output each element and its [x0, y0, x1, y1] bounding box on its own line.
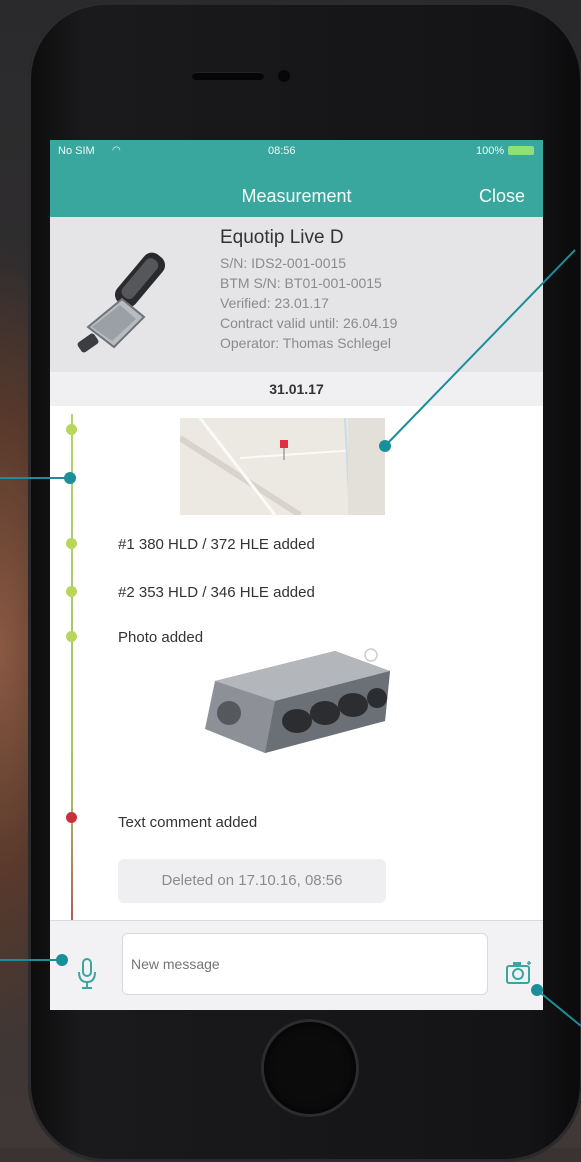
device-btm-serial: BTM S/N: BT01-001-0015 — [220, 275, 382, 291]
device-serial: S/N: IDS2-001-0015 — [220, 255, 347, 271]
location-map[interactable] — [180, 418, 385, 515]
delete-photo-icon — [364, 648, 378, 662]
microphone-icon[interactable] — [76, 957, 98, 991]
device-contract: Contract valid until: 26.04.19 — [220, 315, 398, 331]
page-title: Measurement — [241, 186, 352, 206]
front-camera — [278, 70, 290, 82]
timeline-dot — [66, 424, 77, 435]
device-verified: Verified: 23.01.17 — [220, 295, 329, 311]
map-pin-icon — [280, 440, 288, 448]
carrier-label: No SIM — [58, 145, 95, 157]
hardness-tester-icon — [77, 252, 166, 353]
measurement-event[interactable]: #1 380 HLD / 372 HLE added — [118, 536, 315, 553]
timeline-dot — [66, 586, 77, 597]
timeline-line — [71, 414, 73, 926]
comment-event-label: Text comment added — [118, 814, 258, 831]
device-name: Equotip Live D — [220, 227, 344, 248]
status-bar: No SIM ◠ 08:56 100% — [50, 140, 543, 162]
earpiece-speaker — [192, 72, 264, 80]
message-composer — [50, 920, 543, 1010]
battery-icon — [508, 146, 534, 155]
phone-frame: No SIM ◠ 08:56 100% Measurement Close Eq… — [28, 2, 581, 1162]
measurement-event[interactable]: #2 353 HLD / 346 HLE added — [118, 584, 315, 601]
nav-bar: Measurement Close — [50, 162, 543, 217]
message-input[interactable] — [122, 933, 488, 995]
timeline-dot-deleted — [66, 812, 77, 823]
timeline-date: 31.01.17 — [50, 372, 543, 406]
close-button[interactable]: Close — [479, 186, 525, 207]
clock: 08:56 — [268, 145, 296, 157]
timeline: #1 380 HLD / 372 HLE added #2 353 HLD / … — [50, 406, 543, 938]
timeline-dot — [66, 538, 77, 549]
app-screen: No SIM ◠ 08:56 100% Measurement Close Eq… — [50, 140, 543, 1010]
home-button[interactable] — [264, 1022, 356, 1114]
timeline-dot — [66, 631, 77, 642]
camera-icon[interactable] — [505, 961, 533, 985]
battery-percent: 100% — [476, 145, 505, 157]
device-info: Equotip Live D S/N: IDS2-001-0015 BTM S/… — [220, 227, 397, 353]
device-card[interactable]: Equotip Live D S/N: IDS2-001-0015 BTM S/… — [50, 217, 543, 372]
wifi-icon: ◠ — [112, 145, 121, 156]
map-thumbnail — [180, 418, 385, 515]
device-operator: Operator: Thomas Schlegel — [220, 335, 391, 351]
engine-block-photo[interactable] — [185, 641, 400, 759]
deleted-comment: Deleted on 17.10.16, 08:56 — [118, 859, 386, 903]
